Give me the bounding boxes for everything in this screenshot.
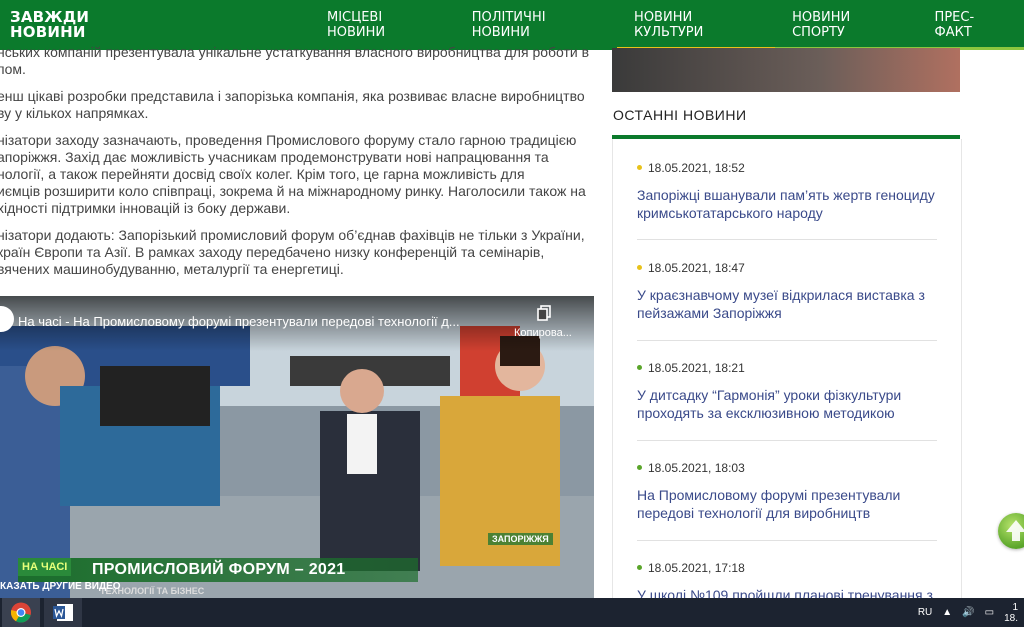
- news-dot-icon: [637, 465, 642, 470]
- logo-line-2: НОВИНИ: [10, 23, 86, 41]
- copy-link-label[interactable]: Копирова...: [514, 327, 572, 339]
- news-dot-icon: [637, 165, 642, 170]
- main-nav: МІСЦЕВІ НОВИНИ ПОЛІТИЧНІ НОВИНИ НОВИНИ К…: [310, 0, 1024, 50]
- nav-label: ПОЛІТИЧНІ НОВИНИ: [471, 10, 546, 40]
- tray-expand-icon[interactable]: ▲: [942, 607, 952, 618]
- news-separator: [637, 239, 937, 240]
- news-separator: [637, 340, 937, 341]
- article-paragraph: нізатори заходу зазначають, проведення П…: [0, 132, 586, 216]
- nav-local-news[interactable]: МІСЦЕВІ НОВИНИ: [310, 0, 455, 50]
- news-separator: [637, 440, 937, 441]
- network-icon[interactable]: ▭: [985, 607, 994, 618]
- news-item[interactable]: 18.05.2021, 18:03 На Промисловому форумі…: [637, 461, 937, 522]
- news-date-text: 18.05.2021, 18:03: [648, 461, 745, 475]
- latest-news-heading: ОСТАННІ НОВИНИ: [613, 107, 747, 123]
- show-other-videos-button[interactable]: КАЗАТЬ ДРУГИЕ ВИДЕО: [0, 581, 121, 592]
- news-link[interactable]: У краєзнавчому музеї відкрилася виставка…: [637, 286, 937, 322]
- article-paragraph: нських компаній презентувала унікальне у…: [0, 44, 590, 77]
- news-dot-icon: [637, 565, 642, 570]
- news-item[interactable]: 18.05.2021, 18:21 У дитсадку “Гармонія” …: [637, 361, 937, 422]
- nav-label: ПРЕС-ФАКТ: [934, 10, 975, 40]
- news-date-text: 18.05.2021, 17:18: [648, 561, 745, 575]
- nav-label: НОВИНИ СПОРТУ: [792, 10, 851, 40]
- arrow-up-icon: [1006, 520, 1024, 541]
- site-header: ЗАВЖДИ НОВИНИ МІСЦЕВІ НОВИНИ ПОЛІТИЧНІ Н…: [0, 0, 1024, 50]
- nav-label: НОВИНИ КУЛЬТУРИ: [634, 10, 704, 40]
- site-logo[interactable]: ЗАВЖДИ НОВИНИ: [10, 10, 89, 40]
- word-icon: [53, 604, 73, 621]
- scroll-to-top-button[interactable]: [998, 513, 1024, 549]
- system-tray: RU ▲ 🔊 ▭ 1 18.: [908, 598, 1018, 627]
- news-link[interactable]: У дитсадку “Гармонія” уроки фізкультури …: [637, 386, 937, 422]
- os-taskbar: RU ▲ 🔊 ▭ 1 18.: [0, 598, 1024, 627]
- news-item[interactable]: 18.05.2021, 18:52 Запоріжці вшанували па…: [637, 161, 937, 222]
- news-date-text: 18.05.2021, 18:52: [648, 161, 745, 175]
- news-date: 18.05.2021, 18:21: [637, 361, 937, 375]
- news-separator: [637, 540, 937, 541]
- news-link[interactable]: На Промисловому форумі презентували пере…: [637, 486, 937, 522]
- news-link[interactable]: Запоріжці вшанували пам’ять жертв геноци…: [637, 186, 937, 222]
- nav-press-fact[interactable]: ПРЕС-ФАКТ: [917, 0, 1024, 50]
- sidebar-banner-image[interactable]: [612, 48, 960, 92]
- article-body: нських компаній презентувала унікальне у…: [0, 44, 600, 288]
- news-date-text: 18.05.2021, 18:21: [648, 361, 745, 375]
- news-date: 18.05.2021, 18:47: [637, 261, 937, 275]
- copy-link-icon[interactable]: [536, 304, 554, 322]
- word-taskbar-button[interactable]: [44, 598, 82, 627]
- clock-date: 18.: [1004, 612, 1018, 624]
- chrome-icon: [10, 602, 31, 623]
- video-caption-title: ПРОМИСЛОВИЙ ФОРУМ – 2021: [92, 561, 346, 578]
- clock-time: 1: [1012, 601, 1018, 613]
- nav-sport-news[interactable]: НОВИНИ СПОРТУ: [775, 0, 918, 50]
- nav-label: МІСЦЕВІ НОВИНИ: [327, 10, 386, 40]
- article-paragraph: енш цікаві розробки представила і запорі…: [0, 88, 585, 121]
- program-badge: НА ЧАСІ: [18, 558, 72, 576]
- video-title[interactable]: На часі - На Промисловому форумі презент…: [18, 314, 460, 329]
- latest-news-list: 18.05.2021, 18:52 Запоріжці вшанували па…: [612, 139, 962, 603]
- language-indicator[interactable]: RU: [918, 607, 932, 618]
- nav-culture-news[interactable]: НОВИНИ КУЛЬТУРИ: [617, 0, 776, 50]
- nav-politics-news[interactable]: ПОЛІТИЧНІ НОВИНИ: [455, 0, 617, 50]
- location-label: ЗАПОРІЖЖЯ: [488, 533, 553, 545]
- chrome-taskbar-button[interactable]: [2, 598, 40, 627]
- news-item[interactable]: 18.05.2021, 18:47 У краєзнавчому музеї в…: [637, 261, 937, 322]
- video-player[interactable]: На часі - На Промисловому форумі презент…: [0, 296, 594, 598]
- article-paragraph: нізатори додають: Запорізький промислови…: [0, 227, 585, 277]
- clock[interactable]: 1 18.: [1004, 602, 1018, 624]
- news-dot-icon: [637, 365, 642, 370]
- volume-icon[interactable]: 🔊: [962, 607, 974, 618]
- news-date: 18.05.2021, 18:52: [637, 161, 937, 175]
- news-dot-icon: [637, 265, 642, 270]
- news-date-text: 18.05.2021, 18:47: [648, 261, 745, 275]
- news-date: 18.05.2021, 18:03: [637, 461, 937, 475]
- news-date: 18.05.2021, 17:18: [637, 561, 937, 575]
